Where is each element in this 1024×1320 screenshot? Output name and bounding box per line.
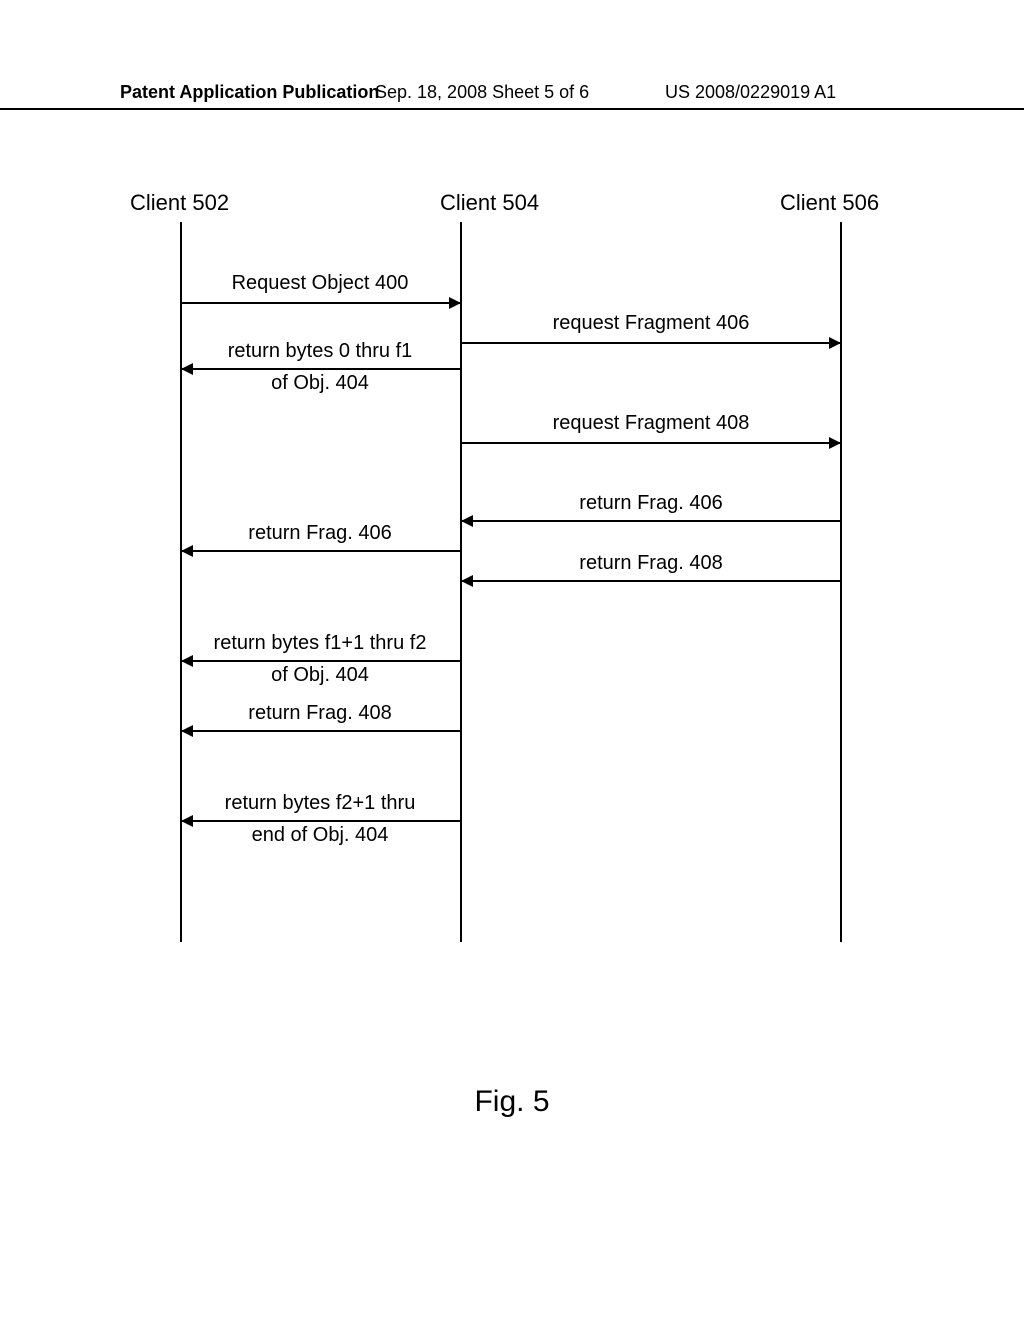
figure-caption: Fig. 5	[0, 1085, 1024, 1119]
msg-return-bytes-f1-f2-line1: return bytes f1+1 thru f2	[180, 632, 460, 655]
msg-return-frag-408-left: return Frag. 408	[180, 702, 460, 725]
msg-return-bytes-f2-end-line1: return bytes f2+1 thru	[180, 792, 460, 815]
arrow-return-frag-406-left	[182, 550, 460, 552]
msg-return-bytes-0-f1-line1: return bytes 0 thru f1	[180, 340, 460, 363]
arrow-request-fragment-406	[462, 342, 840, 344]
msg-return-frag-406-left: return Frag. 406	[180, 522, 460, 545]
msg-return-bytes-f1-f2-line2: of Obj. 404	[180, 664, 460, 687]
arrow-request-object-400	[182, 302, 460, 304]
participant-client-504: Client 504	[440, 190, 539, 216]
arrow-return-bytes-f1-f2	[182, 660, 460, 662]
arrow-return-frag-406-right	[462, 520, 840, 522]
header-date-sheet: Sep. 18, 2008 Sheet 5 of 6	[375, 82, 589, 103]
header-publication: Patent Application Publication	[120, 82, 379, 103]
participant-client-506: Client 506	[780, 190, 879, 216]
msg-request-fragment-408: request Fragment 408	[462, 412, 840, 435]
sequence-diagram: Client 502 Client 504 Client 506 Request…	[100, 190, 920, 1090]
msg-return-frag-408-right: return Frag. 408	[462, 552, 840, 575]
msg-return-bytes-f2-end-line2: end of Obj. 404	[180, 824, 460, 847]
arrow-request-fragment-408	[462, 442, 840, 444]
msg-request-fragment-406: request Fragment 406	[462, 312, 840, 335]
arrow-return-frag-408-left	[182, 730, 460, 732]
msg-request-object-400: Request Object 400	[180, 272, 460, 295]
header-pub-number: US 2008/0229019 A1	[665, 82, 836, 103]
header-divider	[0, 108, 1024, 110]
arrow-return-bytes-0-f1	[182, 368, 460, 370]
msg-return-bytes-0-f1-line2: of Obj. 404	[180, 372, 460, 395]
arrow-return-bytes-f2-end	[182, 820, 460, 822]
msg-return-frag-406-right: return Frag. 406	[462, 492, 840, 515]
arrow-return-frag-408-right	[462, 580, 840, 582]
lifeline-client-506	[840, 222, 842, 942]
participant-client-502: Client 502	[130, 190, 229, 216]
